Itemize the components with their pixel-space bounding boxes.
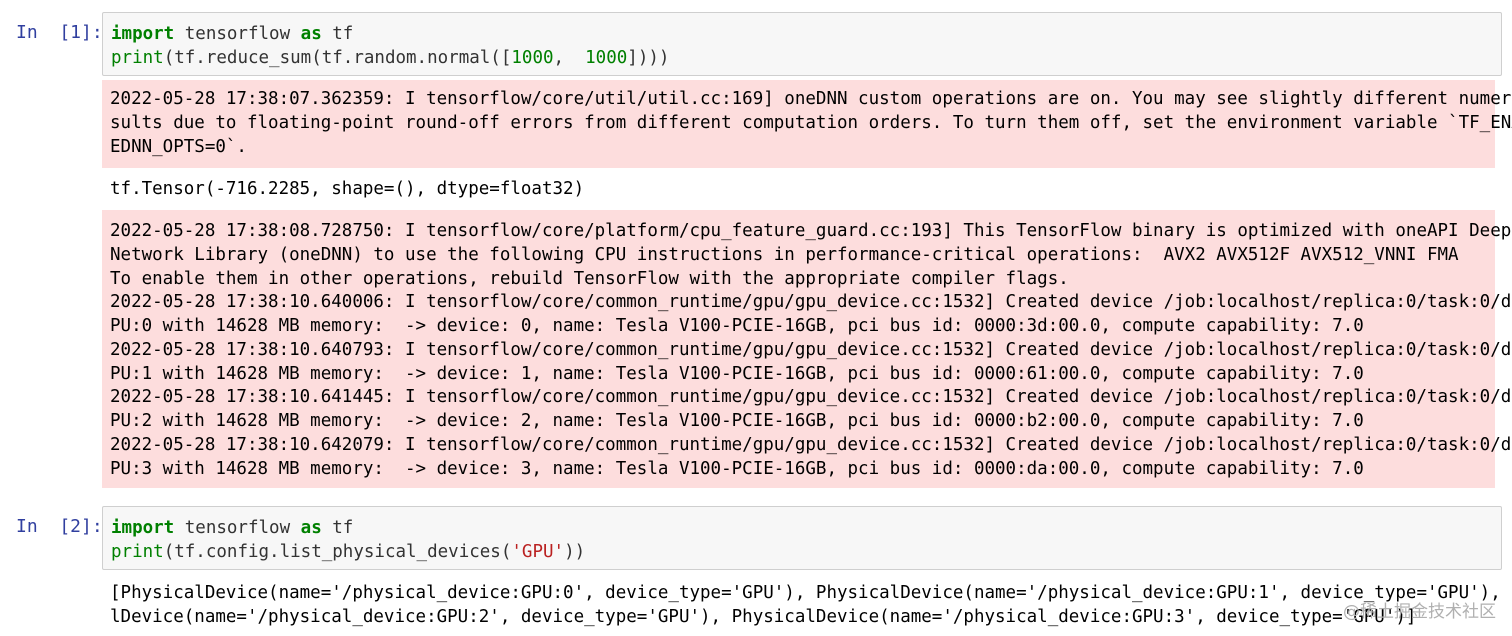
stderr-line: PU:0 with 14628 MB memory: -> device: 0,… — [110, 316, 1364, 336]
code-text: tf — [321, 24, 354, 44]
stderr-line: 2022-05-28 17:38:10.640006: I tensorflow… — [110, 292, 1512, 312]
number-literal: 1000 — [585, 48, 628, 68]
stderr-line: 2022-05-28 17:38:08.728750: I tensorflow… — [110, 221, 1512, 241]
code-line-2: print(tf.reduce_sum(tf.random.normal([10… — [111, 46, 669, 70]
stderr-line: 2022-05-28 17:38:10.642079: I tensorflow… — [110, 435, 1512, 455]
code-line-1: import tensorflow as tf — [111, 22, 353, 46]
builtin-print: print — [111, 542, 164, 562]
stdout-line: lDevice(name='/physical_device:GPU:2', d… — [110, 607, 1417, 627]
stderr-output-2: 2022-05-28 17:38:08.728750: I tensorflow… — [102, 210, 1512, 488]
stderr-line: To enable them in other operations, rebu… — [110, 269, 1069, 289]
stderr-line: PU:1 with 14628 MB memory: -> device: 1,… — [110, 364, 1364, 384]
stderr-line: sults due to floating-point round-off er… — [110, 113, 1512, 133]
code-text: ]))) — [627, 48, 670, 68]
code-line-2: print(tf.config.list_physical_devices('G… — [111, 540, 585, 564]
watermark: @稀土掘金技术社区 — [1343, 602, 1496, 622]
stderr-line: 2022-05-28 17:38:10.640793: I tensorflow… — [110, 340, 1512, 360]
keyword-as: as — [300, 518, 322, 538]
string-literal: 'GPU' — [511, 542, 565, 562]
code-cell-2[interactable]: In [2]: import tensorflow as tf print(tf… — [0, 500, 1512, 636]
notebook: In [1]: import tensorflow as tf print(tf… — [0, 0, 1512, 636]
code-text: , — [553, 48, 586, 68]
stderr-line: PU:3 with 14628 MB memory: -> device: 3,… — [110, 459, 1364, 479]
stderr-line: PU:2 with 14628 MB memory: -> device: 2,… — [110, 411, 1364, 431]
stdout-line: [PhysicalDevice(name='/physical_device:G… — [110, 583, 1512, 603]
code-text: (tf.config.list_physical_devices( — [163, 542, 512, 562]
stderr-line: Network Library (oneDNN) to use the foll… — [110, 245, 1459, 265]
input-prompt-1: In [1]: — [16, 22, 103, 43]
code-text: )) — [564, 542, 586, 562]
input-prompt-2: In [2]: — [16, 516, 103, 537]
code-cell-1[interactable]: In [1]: import tensorflow as tf print(tf… — [0, 0, 1512, 500]
code-text: tensorflow — [174, 518, 301, 538]
stderr-line: 2022-05-28 17:38:10.641445: I tensorflow… — [110, 387, 1512, 407]
stderr-line: EDNN_OPTS=0`. — [110, 137, 247, 157]
code-text: (tf.reduce_sum(tf.random.normal([ — [163, 48, 512, 68]
keyword-import: import — [111, 518, 175, 538]
code-input-1[interactable]: import tensorflow as tf print(tf.reduce_… — [102, 12, 1502, 76]
number-literal: 1000 — [511, 48, 554, 68]
stderr-line: 2022-05-28 17:38:07.362359: I tensorflow… — [110, 89, 1512, 109]
code-line-1: import tensorflow as tf — [111, 516, 353, 540]
keyword-as: as — [300, 24, 322, 44]
keyword-import: import — [111, 24, 175, 44]
code-input-2[interactable]: import tensorflow as tf print(tf.config.… — [102, 506, 1502, 570]
code-text: tf — [321, 518, 354, 538]
stderr-output-1: 2022-05-28 17:38:07.362359: I tensorflow… — [102, 80, 1512, 168]
stdout-output-1: tf.Tensor(-716.2285, shape=(), dtype=flo… — [110, 179, 585, 199]
code-text: tensorflow — [174, 24, 301, 44]
builtin-print: print — [111, 48, 164, 68]
